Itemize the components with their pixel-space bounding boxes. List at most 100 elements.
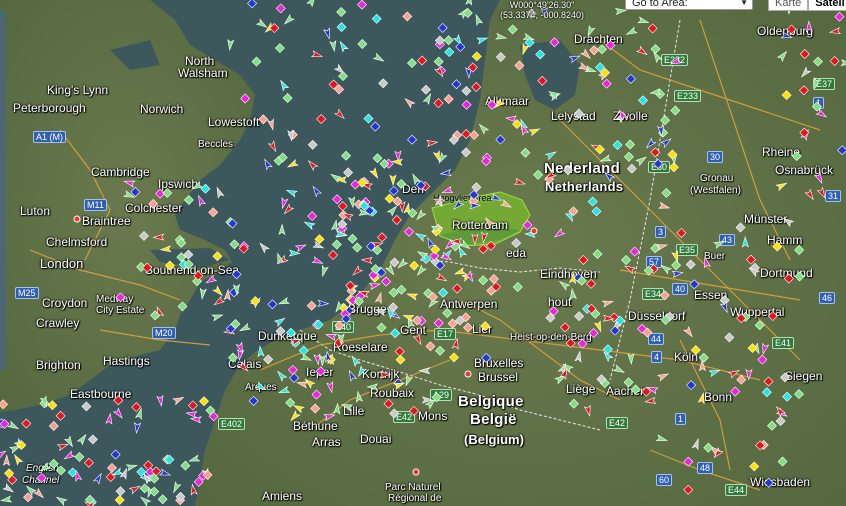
vessel-anchored-marker[interactable] (282, 93, 293, 103)
vessel-anchored-marker[interactable] (495, 52, 506, 62)
vessel-anchored-marker[interactable] (660, 115, 671, 126)
vessel-anchored-marker[interactable] (231, 269, 242, 280)
vessel-anchored-marker[interactable] (563, 165, 573, 176)
vessel-moving-marker[interactable] (465, 0, 473, 6)
vessel-anchored-marker[interactable] (310, 403, 321, 414)
vessel-anchored-marker[interactable] (668, 162, 679, 173)
vessel-anchored-marker[interactable] (200, 183, 211, 194)
vessel-anchored-marker[interactable] (357, 39, 368, 49)
vessel-anchored-marker[interactable] (783, 273, 794, 284)
vessel-moving-marker[interactable] (612, 364, 626, 375)
vessel-anchored-marker[interactable] (478, 275, 489, 286)
vessel-anchored-marker[interactable] (834, 11, 845, 22)
vessel-moving-marker[interactable] (191, 181, 204, 192)
vessel-anchored-marker[interactable] (378, 78, 389, 89)
vessel-moving-marker[interactable] (471, 233, 479, 246)
vessel-anchored-marker[interactable] (772, 241, 783, 252)
vessel-anchored-marker[interactable] (512, 282, 523, 292)
map-type-karte-button[interactable]: Karte (768, 0, 809, 11)
vessel-anchored-marker[interactable] (430, 244, 441, 255)
vessel-moving-marker[interactable] (63, 450, 76, 461)
vessel-moving-marker[interactable] (257, 345, 265, 358)
vessel-anchored-marker[interactable] (383, 398, 394, 409)
vessel-moving-marker[interactable] (504, 115, 517, 123)
vessel-moving-marker[interactable] (355, 390, 364, 403)
vessel-anchored-marker[interactable] (332, 194, 343, 205)
vessel-anchored-marker[interactable] (115, 486, 126, 497)
vessel-moving-marker[interactable] (403, 374, 414, 387)
vessel-anchored-marker[interactable] (735, 222, 746, 233)
vessel-moving-marker[interactable] (476, 35, 489, 45)
vessel-anchored-marker[interactable] (435, 345, 445, 356)
vessel-anchored-marker[interactable] (394, 346, 405, 357)
vessel-anchored-marker[interactable] (311, 389, 322, 400)
vessel-anchored-marker[interactable] (402, 11, 413, 22)
vessel-moving-marker[interactable] (520, 43, 530, 56)
vessel-anchored-marker[interactable] (307, 139, 318, 150)
vessel-moving-marker[interactable] (0, 495, 13, 503)
vessel-moving-marker[interactable] (273, 316, 287, 327)
vessel-moving-marker[interactable] (289, 410, 301, 422)
vessel-anchored-marker[interactable] (452, 283, 463, 294)
vessel-moving-marker[interactable] (655, 434, 669, 443)
vessel-moving-marker[interactable] (389, 174, 397, 187)
vessel-anchored-marker[interactable] (83, 457, 94, 468)
vessel-moving-marker[interactable] (133, 421, 142, 435)
vessel-moving-marker[interactable] (294, 242, 308, 253)
vessel-moving-marker[interactable] (12, 453, 24, 466)
vessel-moving-marker[interactable] (227, 38, 235, 52)
vessel-anchored-marker[interactable] (767, 420, 777, 431)
vessel-anchored-marker[interactable] (274, 43, 285, 54)
vessel-anchored-marker[interactable] (55, 410, 66, 421)
vessel-anchored-marker[interactable] (384, 193, 395, 204)
vessel-anchored-marker[interactable] (208, 207, 219, 218)
vessel-moving-marker[interactable] (189, 416, 202, 424)
vessel-anchored-marker[interactable] (139, 483, 150, 494)
vessel-moving-marker[interactable] (303, 219, 316, 231)
vessel-anchored-marker[interactable] (334, 320, 345, 331)
vessel-anchored-marker[interactable] (212, 251, 223, 262)
goto-area-select[interactable]: Go to Area: ▼ (625, 0, 753, 10)
vessel-anchored-marker[interactable] (683, 456, 694, 467)
vessel-anchored-marker[interactable] (337, 201, 348, 212)
vessel-anchored-marker[interactable] (777, 456, 788, 467)
vessel-moving-marker[interactable] (340, 402, 354, 412)
vessel-anchored-marker[interactable] (275, 3, 286, 14)
vessel-anchored-marker[interactable] (786, 24, 797, 35)
vessel-moving-marker[interactable] (812, 77, 821, 90)
vessel-moving-marker[interactable] (351, 265, 364, 277)
vessel-anchored-marker[interactable] (520, 147, 531, 158)
vessel-anchored-marker[interactable] (730, 386, 741, 397)
vessel-moving-marker[interactable] (568, 53, 581, 64)
vessel-anchored-marker[interactable] (676, 227, 687, 238)
vessel-anchored-marker[interactable] (463, 322, 473, 333)
vessel-anchored-marker[interactable] (511, 238, 522, 249)
vessel-anchored-marker[interactable] (462, 8, 473, 18)
vessel-moving-marker[interactable] (636, 45, 649, 57)
vessel-anchored-marker[interactable] (139, 230, 149, 241)
vessel-anchored-marker[interactable] (533, 169, 544, 180)
vessel-moving-marker[interactable] (56, 441, 70, 452)
vessel-anchored-marker[interactable] (794, 245, 805, 255)
vessel-moving-marker[interactable] (656, 371, 670, 382)
vessel-anchored-marker[interactable] (670, 105, 681, 116)
vessel-anchored-marker[interactable] (449, 352, 459, 363)
vessel-moving-marker[interactable] (814, 171, 825, 185)
vessel-moving-marker[interactable] (310, 50, 324, 60)
vessel-anchored-marker[interactable] (761, 387, 772, 398)
vessel-moving-marker[interactable] (276, 369, 288, 382)
vessel-anchored-marker[interactable] (263, 354, 274, 365)
vessel-anchored-marker[interactable] (671, 260, 682, 271)
vessel-moving-marker[interactable] (669, 56, 683, 66)
vessel-anchored-marker[interactable] (177, 301, 188, 312)
vessel-moving-marker[interactable] (683, 325, 695, 339)
vessel-anchored-marker[interactable] (389, 408, 400, 419)
vessel-anchored-marker[interactable] (837, 145, 846, 156)
vessel-anchored-marker[interactable] (683, 484, 694, 495)
vessel-moving-marker[interactable] (311, 256, 324, 266)
vessel-anchored-marker[interactable] (471, 82, 482, 92)
vessel-moving-marker[interactable] (410, 173, 422, 186)
vessel-anchored-marker[interactable] (724, 332, 735, 343)
vessel-anchored-marker[interactable] (799, 127, 810, 138)
vessel-anchored-marker[interactable] (371, 13, 382, 24)
